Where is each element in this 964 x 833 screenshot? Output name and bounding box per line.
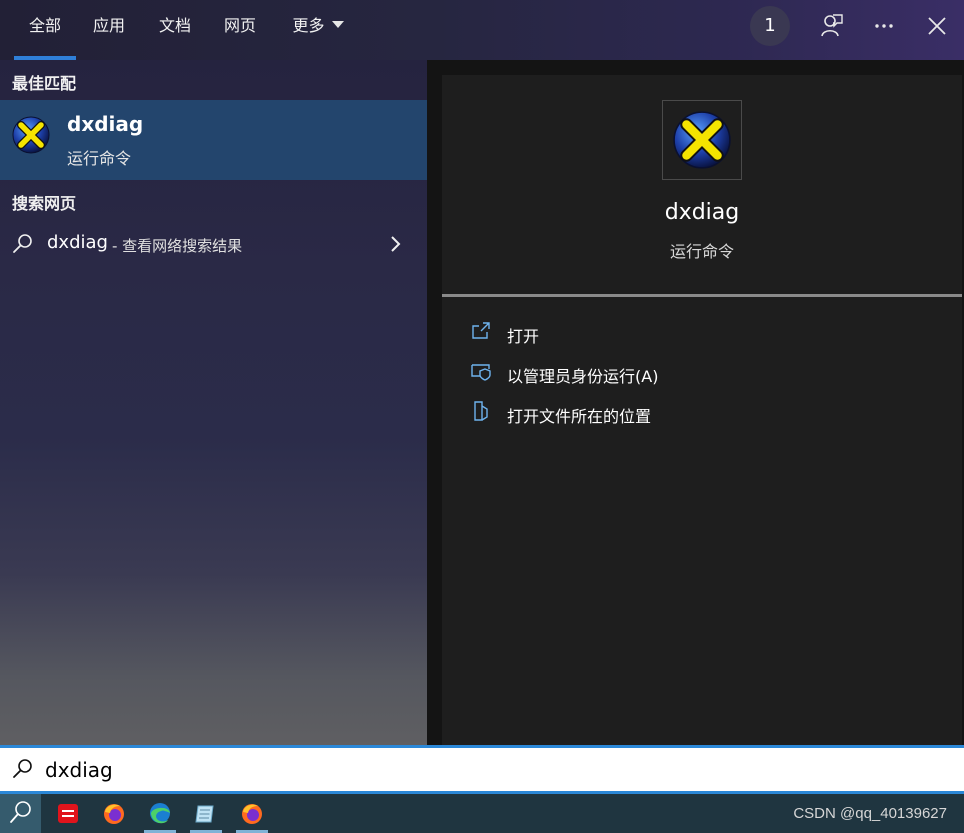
divider	[442, 294, 962, 297]
web-result-suffix: - 查看网络搜索结果	[112, 237, 243, 255]
file-location-icon	[470, 400, 492, 422]
tab-all-label: 全部	[28, 16, 61, 35]
search-box[interactable]	[0, 745, 964, 794]
run-as-admin-icon	[470, 360, 492, 382]
feedback-icon[interactable]	[815, 10, 847, 42]
open-file-location-action[interactable]: 打开文件所在的位置	[470, 400, 940, 430]
run-as-admin-label: 以管理员身份运行(A)	[507, 367, 659, 386]
notepad-icon	[195, 805, 214, 823]
app-tile	[662, 100, 742, 180]
taskbar-edge[interactable]	[137, 794, 183, 833]
taskbar-firefox[interactable]	[91, 794, 137, 833]
directx-icon	[11, 115, 51, 155]
edge-icon	[150, 803, 170, 824]
taskbar-search-button[interactable]	[0, 794, 41, 833]
firefox-icon	[242, 804, 262, 824]
taskbar: CSDN @qq_40139627	[0, 794, 964, 833]
search-icon	[11, 232, 35, 256]
tab-more[interactable]: 更多	[283, 0, 353, 60]
taskbar-notepad[interactable]	[183, 794, 229, 833]
notification-badge[interactable]: 1	[750, 6, 790, 46]
watermark-text: CSDN @qq_40139627	[793, 805, 947, 822]
search-icon	[11, 757, 35, 781]
tab-documents[interactable]: 文档	[152, 0, 198, 60]
tab-web[interactable]: 网页	[217, 0, 263, 60]
badge-count: 1	[764, 15, 776, 36]
taskbar-firefox-2[interactable]	[229, 794, 275, 833]
best-match-item[interactable]: dxdiag 运行命令	[0, 100, 427, 180]
tab-web-label: 网页	[223, 16, 256, 35]
chevron-down-icon	[331, 21, 344, 28]
search-input[interactable]	[45, 754, 845, 786]
open-icon	[470, 320, 492, 342]
close-icon[interactable]	[921, 10, 953, 42]
tab-apps[interactable]: 应用	[86, 0, 132, 60]
tab-more-label: 更多	[292, 16, 325, 35]
firefox-icon	[104, 804, 124, 824]
detail-app-kind: 运行命令	[669, 242, 734, 261]
detail-app-name: dxdiag	[664, 200, 740, 225]
open-file-location-label: 打开文件所在的位置	[507, 407, 652, 426]
best-match-name: dxdiag	[67, 112, 144, 136]
directx-icon	[671, 109, 733, 171]
tab-apps-label: 应用	[92, 16, 125, 35]
tab-all[interactable]: 全部	[14, 0, 76, 60]
taskbar-youdao[interactable]	[45, 794, 91, 833]
more-icon[interactable]	[868, 10, 900, 42]
run-as-admin-action[interactable]: 以管理员身份运行(A)	[470, 360, 940, 390]
web-search-heading: 搜索网页	[12, 194, 77, 213]
detail-pane: dxdiag 运行命令 打开 以管理员身份运行(A) 打开文件所在的位置	[442, 75, 962, 745]
web-search-result[interactable]: dxdiag - 查看网络搜索结果	[0, 224, 427, 264]
open-action[interactable]: 打开	[470, 320, 940, 350]
best-match-heading: 最佳匹配	[12, 74, 77, 93]
chevron-right-icon[interactable]	[386, 233, 406, 255]
web-result-term: dxdiag	[47, 232, 108, 253]
tab-documents-label: 文档	[158, 16, 191, 35]
open-label: 打开	[507, 327, 540, 346]
best-match-kind: 运行命令	[67, 149, 132, 168]
results-pane: 最佳匹配 dxdiag 运行命令 搜索网页 dxdiag - 查看网络搜索结果	[0, 60, 427, 745]
search-tabs-bar: 全部 应用 文档 网页 更多 1	[0, 0, 964, 60]
youdao-icon	[58, 804, 78, 823]
